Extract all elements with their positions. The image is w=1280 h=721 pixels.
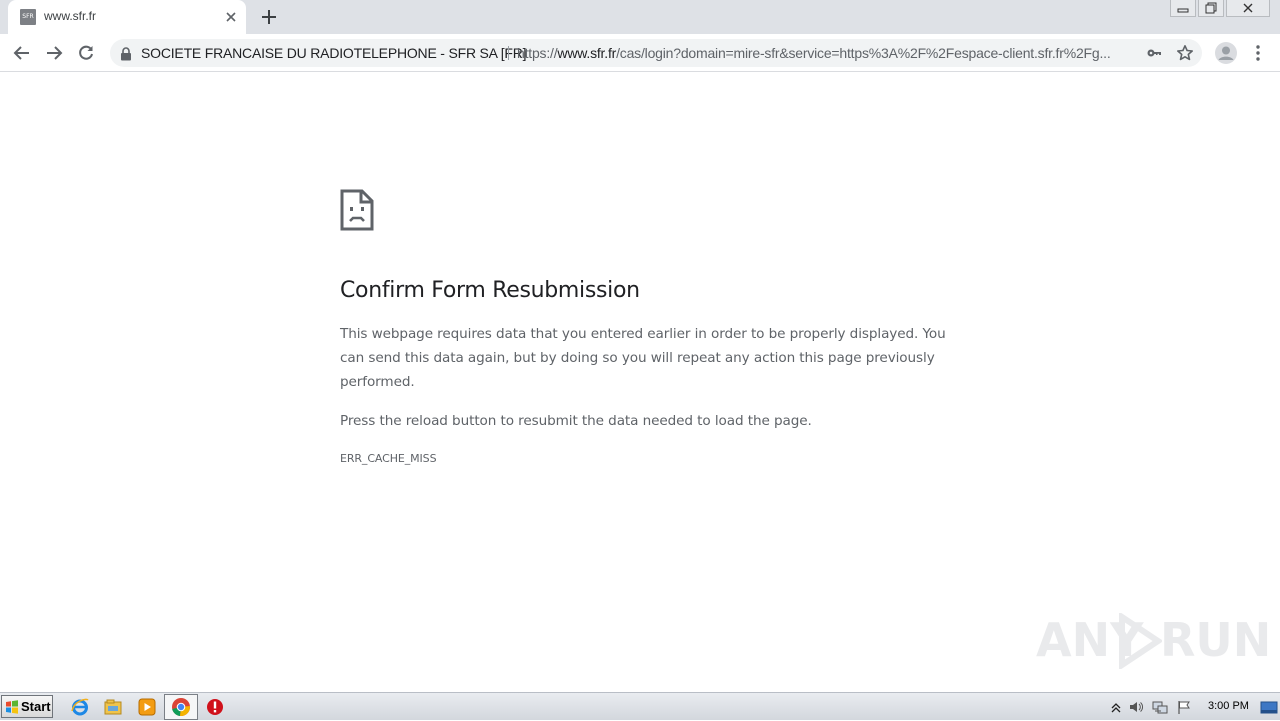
tab-strip: SFR www.sfr.fr [0, 0, 1280, 34]
browser-toolbar: SOCIETE FRANCAISE DU RADIOTELEPHONE - SF… [0, 34, 1280, 72]
error-suggestion: Press the reload button to resubmit the … [340, 413, 812, 429]
tab-title: www.sfr.fr [44, 9, 97, 23]
start-button[interactable]: Start [1, 695, 53, 718]
show-hidden-icons-icon[interactable] [1108, 699, 1124, 715]
volume-icon[interactable] [1128, 699, 1144, 715]
error-code: ERR_CACHE_MISS [340, 452, 437, 465]
watermark-play-icon [1119, 613, 1162, 669]
star-icon[interactable] [1176, 44, 1194, 62]
tab-close-icon[interactable] [222, 8, 240, 26]
explorer-icon[interactable] [103, 697, 123, 717]
window-controls [1170, 0, 1270, 18]
error-title: Confirm Form Resubmission [340, 278, 640, 303]
start-label: Start [21, 699, 51, 714]
show-desktop-icon[interactable] [1260, 700, 1278, 714]
url-text[interactable]: https://www.sfr.fr/cas/login?domain=mire… [517, 45, 1137, 61]
close-window-icon[interactable] [1226, 0, 1270, 17]
windows-taskbar: Start 3:00 PM [0, 692, 1280, 720]
minimize-icon[interactable] [1170, 0, 1196, 17]
reload-icon[interactable] [74, 41, 98, 65]
ie-icon[interactable] [70, 697, 90, 717]
key-icon[interactable] [1146, 45, 1162, 61]
profile-icon[interactable] [1214, 41, 1238, 65]
restore-icon[interactable] [1198, 0, 1224, 17]
omnibox[interactable]: SOCIETE FRANCAISE DU RADIOTELEPHONE - SF… [110, 39, 1202, 67]
back-icon[interactable] [10, 41, 34, 65]
omnibox-separator [508, 46, 509, 60]
network-icon[interactable] [1152, 699, 1168, 715]
menu-icon[interactable] [1248, 41, 1268, 65]
forward-icon[interactable] [42, 41, 66, 65]
lock-icon[interactable] [120, 46, 132, 61]
anyrun-watermark: ANY RUN [1036, 607, 1271, 671]
new-tab-icon[interactable] [258, 6, 280, 28]
error-description: This webpage requires data that you ente… [340, 326, 946, 390]
sad-page-icon [340, 189, 374, 231]
page-content: Confirm Form Resubmission This webpage r… [0, 73, 1280, 692]
url-scheme: https:// [517, 45, 558, 61]
chrome-taskbar-button[interactable] [164, 694, 198, 720]
action-center-flag-icon[interactable] [1176, 699, 1192, 715]
tab-favicon: SFR [20, 9, 36, 25]
taskbar-clock[interactable]: 3:00 PM [1208, 700, 1249, 712]
windows-logo-icon [6, 699, 18, 714]
media-player-icon[interactable] [137, 697, 157, 717]
watermark-right: RUN [1160, 613, 1272, 667]
chrome-icon [172, 698, 190, 717]
system-tray: 3:00 PM [1104, 695, 1280, 719]
certificate-label[interactable]: SOCIETE FRANCAISE DU RADIOTELEPHONE - SF… [141, 45, 527, 61]
url-path: /cas/login?domain=mire-sfr&service=https… [616, 45, 1111, 61]
url-host: www.sfr.fr [557, 45, 617, 61]
stop-icon[interactable] [205, 697, 225, 717]
tab-sfr[interactable]: SFR www.sfr.fr [8, 0, 246, 34]
